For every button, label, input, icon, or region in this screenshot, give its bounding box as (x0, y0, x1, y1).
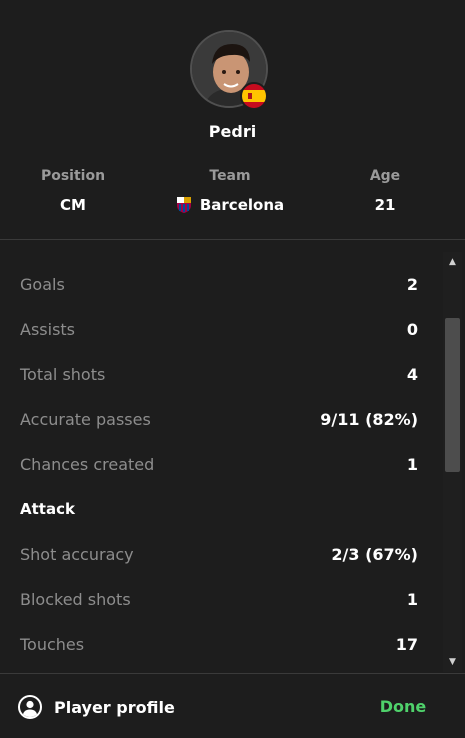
scroll-down-arrow-icon[interactable]: ▼ (443, 654, 462, 670)
done-button[interactable]: Done (370, 694, 436, 720)
user-circle-icon (18, 695, 42, 719)
team-value: Barcelona (199, 196, 285, 214)
age-value: 21 (374, 196, 396, 214)
stat-label: Total shots (20, 364, 106, 384)
position-info: Position CM (38, 168, 108, 214)
position-label: Position (40, 168, 106, 184)
team-info: Team Barcelona (160, 168, 300, 214)
stat-value: 0 (406, 319, 418, 339)
stat-row-shot-accuracy: Shot accuracy 2/3 (67%) (20, 541, 418, 567)
stat-row-assists: Assists 0 (20, 316, 418, 342)
stats-scrollbar[interactable]: ▲ ▼ (443, 252, 462, 672)
stat-label: Chances created (20, 454, 155, 474)
stat-value: 9/11 (82%) (320, 409, 418, 429)
stat-row-blocked-shots: Blocked shots 1 (20, 586, 418, 612)
stats-list[interactable]: Goals 2 Assists 0 Total shots 4 Accurate… (0, 262, 443, 672)
stat-value: 4 (406, 364, 418, 384)
stat-label: Shot accuracy (20, 544, 134, 564)
player-avatar-wrap (190, 30, 268, 110)
player-header: Pedri Position CM Team Barcelona Age 21 (0, 0, 465, 240)
stat-row-touches: Touches 17 (20, 631, 418, 657)
player-name: Pedri (208, 122, 257, 141)
team-link[interactable]: Barcelona (160, 196, 300, 214)
scroll-up-arrow-icon[interactable]: ▲ (443, 254, 462, 270)
stat-row-goals: Goals 2 (20, 271, 418, 297)
stat-value: 1 (406, 589, 418, 609)
stat-label: Accurate passes (20, 409, 151, 429)
player-profile-button[interactable]: Player profile (18, 694, 175, 720)
stat-value: 17 (395, 634, 418, 654)
attack-section-title: Attack (20, 500, 75, 518)
age-label: Age (369, 168, 401, 184)
team-label: Team (209, 168, 251, 184)
stat-value: 1 (406, 454, 418, 474)
stat-value: 2 (406, 274, 418, 294)
stat-label: Goals (20, 274, 65, 294)
position-value: CM (60, 196, 86, 214)
stat-label: Blocked shots (20, 589, 131, 609)
panel-footer: Player profile Done (0, 673, 465, 738)
player-stats-panel: Pedri Position CM Team Barcelona Age 21 … (0, 0, 465, 738)
stat-value: 2/3 (67%) (331, 544, 418, 564)
player-profile-label: Player profile (54, 697, 175, 717)
stat-label: Touches (20, 634, 85, 654)
stat-row-total-shots: Total shots 4 (20, 361, 418, 387)
age-info: Age 21 (355, 168, 415, 214)
stat-label: Assists (20, 319, 76, 339)
section-title-attack: Attack (20, 496, 418, 522)
scrollbar-thumb[interactable] (445, 318, 460, 472)
barcelona-crest-icon (176, 197, 191, 213)
stat-row-chances-created: Chances created 1 (20, 451, 418, 477)
stat-row-accurate-passes: Accurate passes 9/11 (82%) (20, 406, 418, 432)
spain-flag-icon (240, 82, 268, 110)
